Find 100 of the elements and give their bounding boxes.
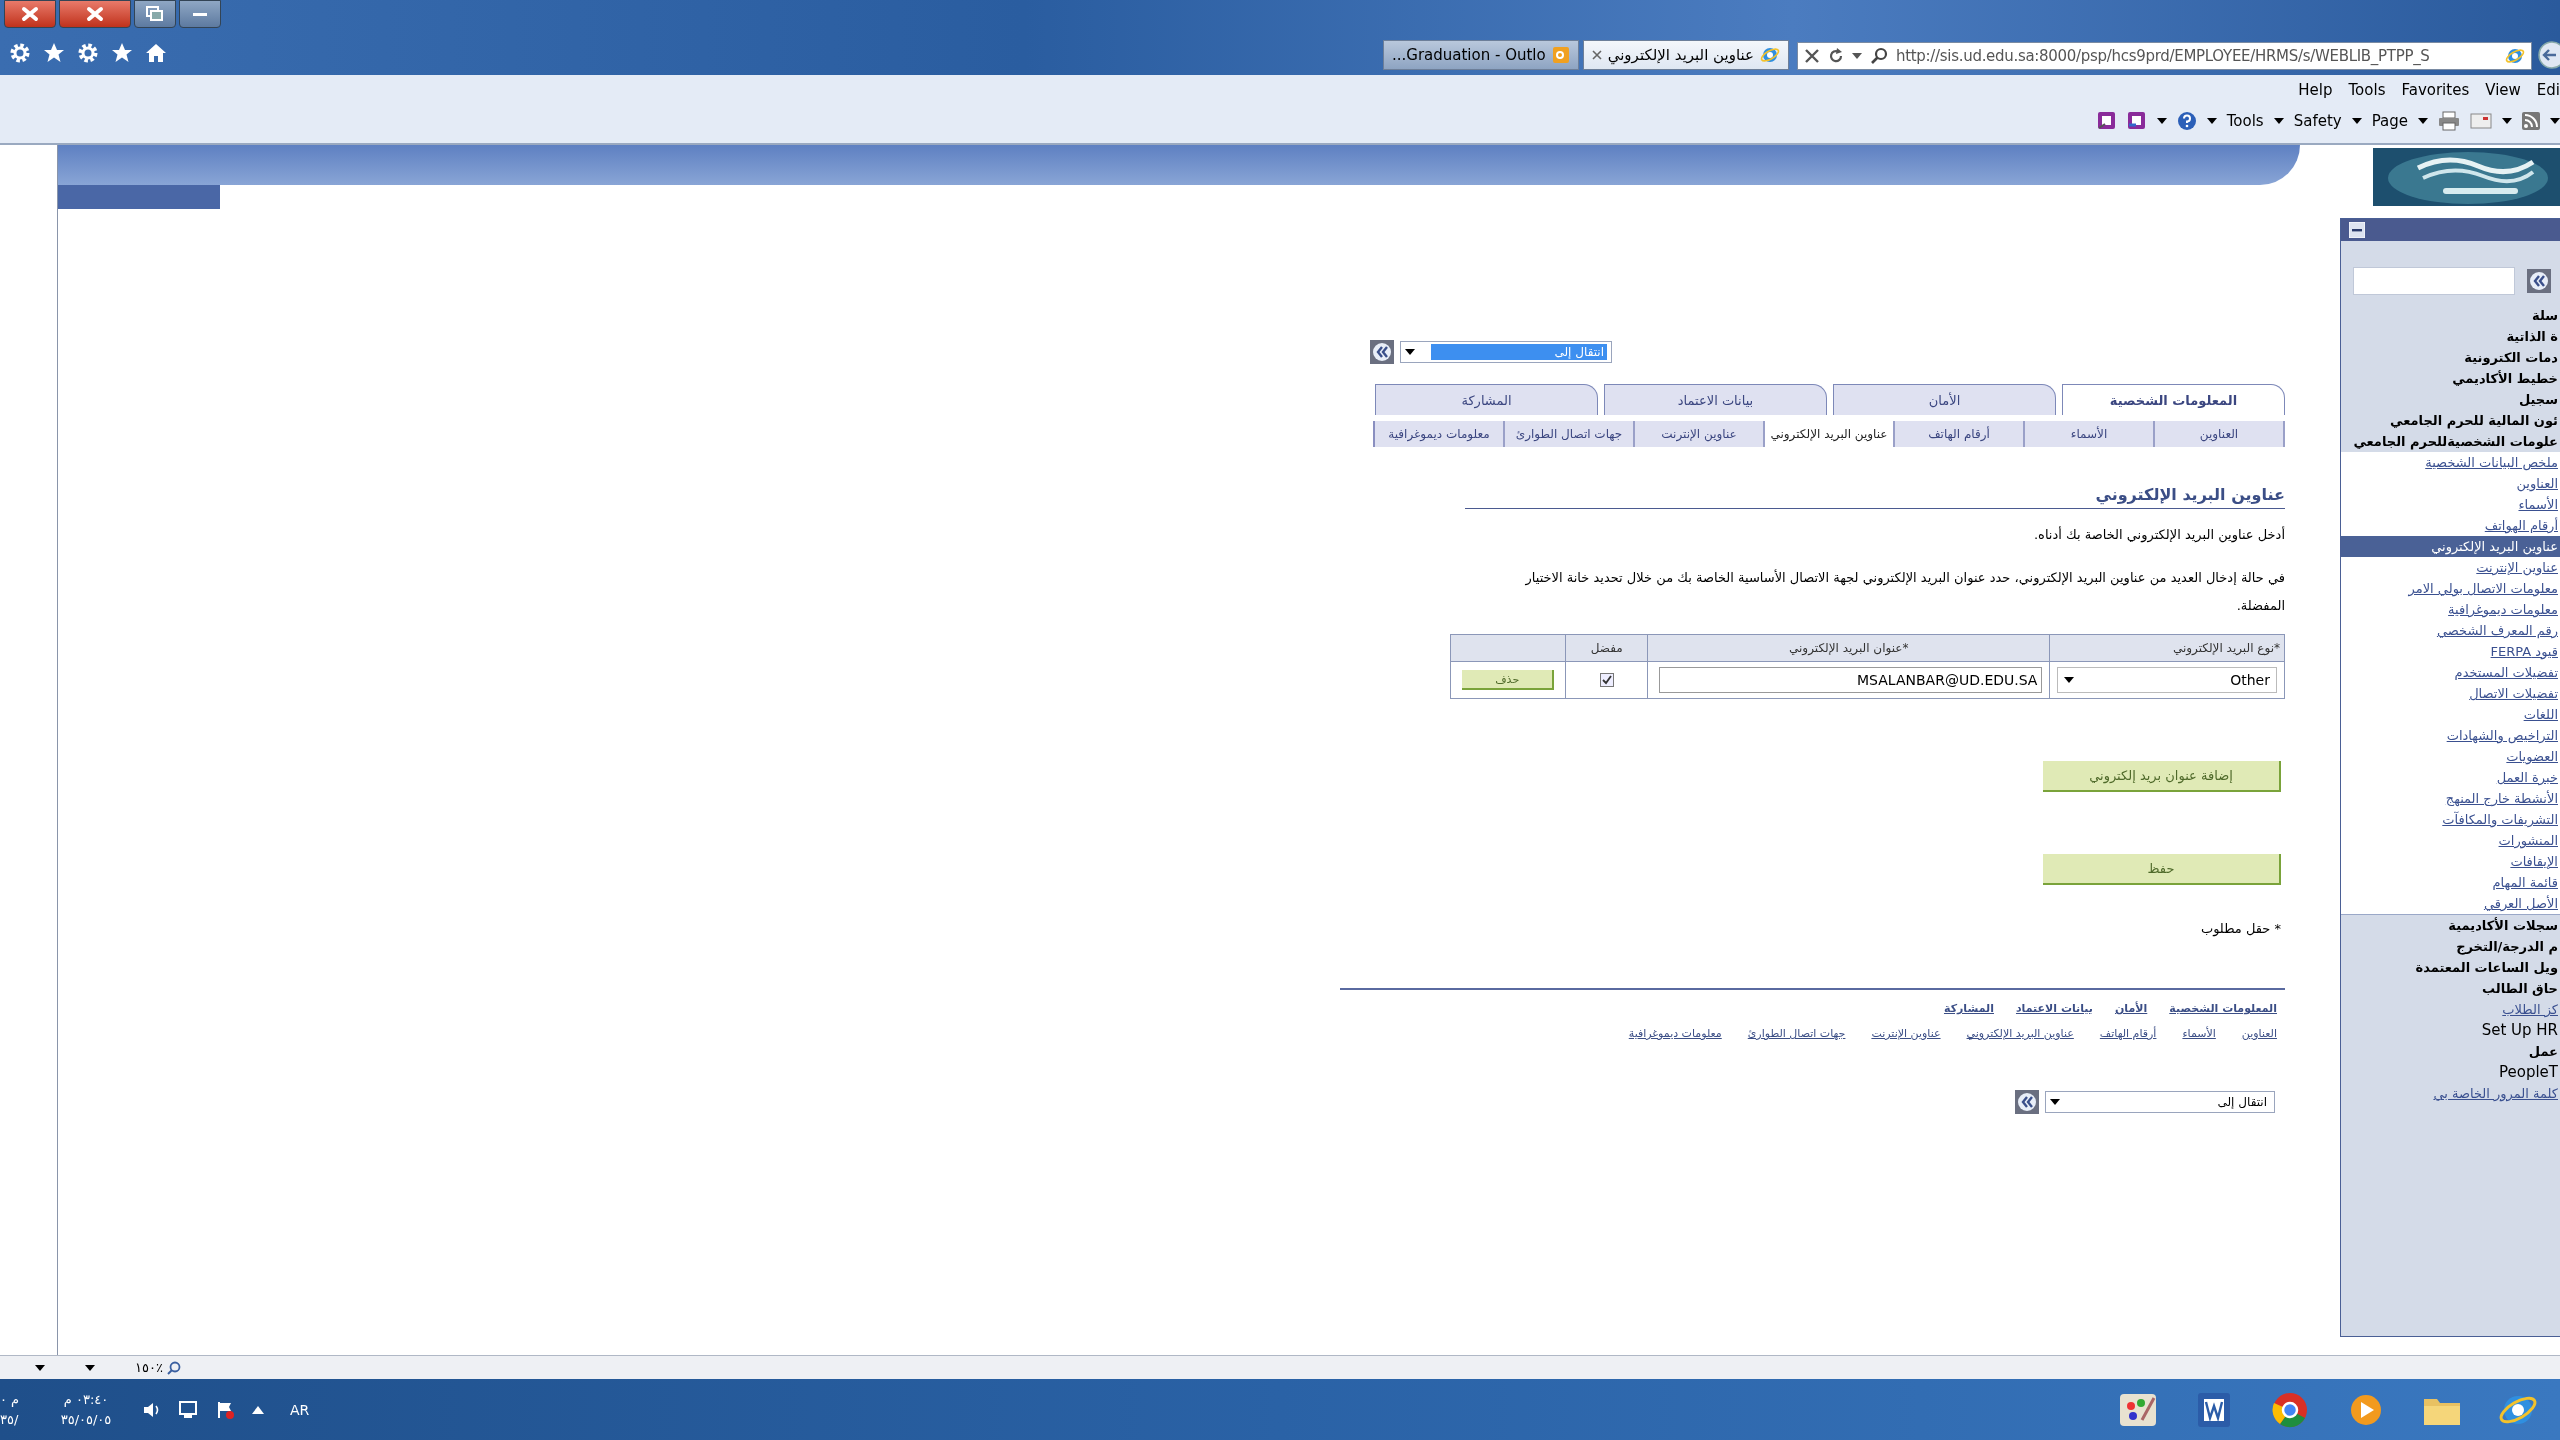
monitor-icon[interactable] <box>178 1400 200 1420</box>
star-icon[interactable] <box>43 42 65 64</box>
nav-folder[interactable]: PeopleT <box>2499 1063 2558 1081</box>
nav-link[interactable]: تفضيلات المستخدم <box>2454 665 2558 680</box>
footer-link[interactable]: المشاركة <box>1943 1002 1994 1015</box>
footer-link[interactable]: معلومات ديموغرافية <box>1628 1027 1722 1040</box>
nav-link[interactable]: العضويات <box>2506 749 2558 764</box>
nav-link[interactable]: ملخص البيانات الشخصية <box>2425 455 2558 470</box>
minimize-button[interactable] <box>179 0 221 28</box>
clock-date[interactable]: ٣٥/٠٥/٠٥ <box>60 1410 112 1430</box>
nav-folder[interactable]: دمات الكترونية <box>2464 350 2558 365</box>
nav-link[interactable]: العناوين <box>2516 476 2558 491</box>
subtab[interactable]: عناوين البريد الإلكتروني <box>1765 421 1895 447</box>
menu-item[interactable]: Edi <box>2536 81 2560 99</box>
language-indicator[interactable]: AR <box>290 1402 310 1418</box>
back-icon[interactable] <box>1370 340 1394 364</box>
clock-time[interactable]: م ٠ <box>0 1390 20 1410</box>
nav-link[interactable]: كلمة المرور الخاصة بي <box>2433 1086 2558 1101</box>
add-email-button[interactable]: إضافة عنوان بريد إلكتروني <box>2043 761 2281 792</box>
nav-link[interactable]: الأنشطة خارج المنهج <box>2445 791 2558 806</box>
nav-folder[interactable]: ئون المالية للحرم الجامعي <box>2390 413 2558 428</box>
nav-link[interactable]: تفضيلات الاتصال <box>2469 686 2558 701</box>
nav-link[interactable]: أرقام الهواتف <box>2484 518 2558 533</box>
flag-icon[interactable] <box>216 1400 236 1420</box>
menu-item[interactable]: Tools <box>2348 81 2386 99</box>
nav-link[interactable]: الإيقافات <box>2510 854 2558 869</box>
menu-item[interactable]: View <box>2485 81 2521 99</box>
nav-link[interactable]: خبرة العمل <box>2496 770 2558 785</box>
nav-link[interactable]: رقم المعرف الشخصي <box>2436 623 2558 638</box>
back-icon[interactable] <box>2536 40 2560 70</box>
nav-folder[interactable]: سلة <box>2532 308 2558 323</box>
close-button[interactable] <box>59 0 131 28</box>
restore-button[interactable] <box>134 0 176 28</box>
settings-icon[interactable] <box>77 42 99 64</box>
nav-folder[interactable]: Set Up HR <box>2481 1021 2558 1039</box>
clock-date[interactable]: ٣٥/ <box>0 1410 19 1430</box>
browser-tab[interactable]: عناوين البريد الإلكتروني <box>1582 40 1789 70</box>
nav-folder[interactable]: سجلات الأكاديمية <box>2448 918 2558 933</box>
save-button[interactable]: حفظ <box>2043 854 2281 885</box>
footer-link[interactable]: بيانات الاعتماد <box>2015 1002 2093 1015</box>
footer-link[interactable]: العناوين <box>2241 1027 2277 1040</box>
tab[interactable]: المعلومات الشخصية <box>2062 384 2285 415</box>
subtab[interactable]: العناوين <box>2155 421 2285 447</box>
delete-button[interactable]: حذف <box>1462 670 1555 690</box>
star-icon[interactable] <box>111 42 133 64</box>
footer-link[interactable]: أرقام الهاتف <box>2099 1027 2157 1040</box>
toolbar-button[interactable]: Page <box>2371 112 2408 130</box>
close-icon[interactable] <box>1591 50 1602 60</box>
nav-folder[interactable]: خطيط الأكاديمي <box>2452 371 2558 386</box>
zoom-icon[interactable] <box>166 1360 181 1375</box>
caret-icon[interactable] <box>1852 53 1862 59</box>
close-button[interactable] <box>4 0 56 28</box>
notebook-icon[interactable] <box>2096 111 2117 131</box>
home-icon[interactable] <box>145 42 167 64</box>
jump-dropdown[interactable]: انتقال إلى <box>2045 1091 2275 1113</box>
subtab[interactable]: معلومات ديموغرافية <box>1375 421 1505 447</box>
subtab[interactable]: جهات اتصال الطوارئ <box>1505 421 1635 447</box>
nav-link[interactable]: معلومات ديموغرافية <box>2448 602 2558 617</box>
nav-link[interactable]: الأسماء <box>2518 497 2558 512</box>
tab[interactable]: المشاركة <box>1375 384 1598 415</box>
toolbar-button[interactable]: Safety <box>2293 112 2342 130</box>
footer-link[interactable]: عناوين الإنترنت <box>1871 1027 1941 1040</box>
footer-link[interactable]: الأمان <box>2115 1002 2148 1015</box>
nav-folder[interactable]: ويل الساعات المعتمدة <box>2415 960 2558 975</box>
collapse-icon[interactable] <box>2349 222 2365 238</box>
nav-link[interactable]: الأصل العرقي <box>2483 896 2558 911</box>
menu-item[interactable]: Help <box>2298 81 2333 99</box>
mail-icon[interactable] <box>2470 113 2492 129</box>
nav-link[interactable]: التشريفات والمكافآت <box>2442 812 2558 827</box>
zoom-level[interactable]: ١٥٠٪ <box>135 1360 163 1375</box>
nav-folder[interactable]: سجيل <box>2518 392 2558 407</box>
back-icon[interactable] <box>2527 269 2551 293</box>
nav-link[interactable]: معلومات الاتصال بولي الامر <box>2408 581 2558 596</box>
nav-folder[interactable]: م الدرجة/التخرج <box>2456 939 2558 954</box>
nav-link[interactable]: عناوين الإنترنت <box>2476 560 2558 575</box>
nav-link[interactable]: المنشورات <box>2498 833 2558 848</box>
back-icon[interactable] <box>2015 1090 2039 1114</box>
printer-icon[interactable] <box>2438 111 2460 131</box>
type-dropdown[interactable]: Other <box>2057 667 2277 693</box>
nav-folder[interactable]: ة الذاتية <box>2506 329 2558 344</box>
settings-icon[interactable] <box>9 42 31 64</box>
help-icon[interactable] <box>2176 111 2197 131</box>
search-field[interactable] <box>2353 267 2515 295</box>
footer-link[interactable]: المعلومات الشخصية <box>2169 1002 2277 1015</box>
nav-link[interactable]: اللغات <box>2523 707 2558 722</box>
notebook-icon[interactable] <box>2126 111 2147 131</box>
close-icon[interactable] <box>1804 48 1820 64</box>
subtab[interactable]: الأسماء <box>2025 421 2155 447</box>
email-field[interactable]: MSALANBAR@UD.EDU.SA <box>1659 667 2043 693</box>
tab[interactable]: بيانات الاعتماد <box>1604 384 1827 415</box>
footer-link[interactable]: الأسماء <box>2182 1027 2216 1040</box>
nav-folder[interactable]: عمل <box>2528 1044 2558 1059</box>
refresh-icon[interactable] <box>1828 48 1844 64</box>
search-icon[interactable] <box>1870 47 1888 65</box>
footer-link[interactable]: عناوين البريد الإلكتروني <box>1966 1027 2074 1040</box>
nav-link[interactable]: قائمة المهام <box>2492 875 2558 890</box>
preferred-checkbox[interactable] <box>1599 673 1614 688</box>
nav-link[interactable]: كز الطلاب <box>2502 1002 2558 1017</box>
nav-link[interactable]: التراخيص والشهادات <box>2446 728 2558 743</box>
address-bar[interactable]: http://sis.ud.edu.sa:8000/psp/hcs9prd/EMPLOYEE/HRMS/s/WEBLIB_PTPP_S <box>1797 42 2532 70</box>
